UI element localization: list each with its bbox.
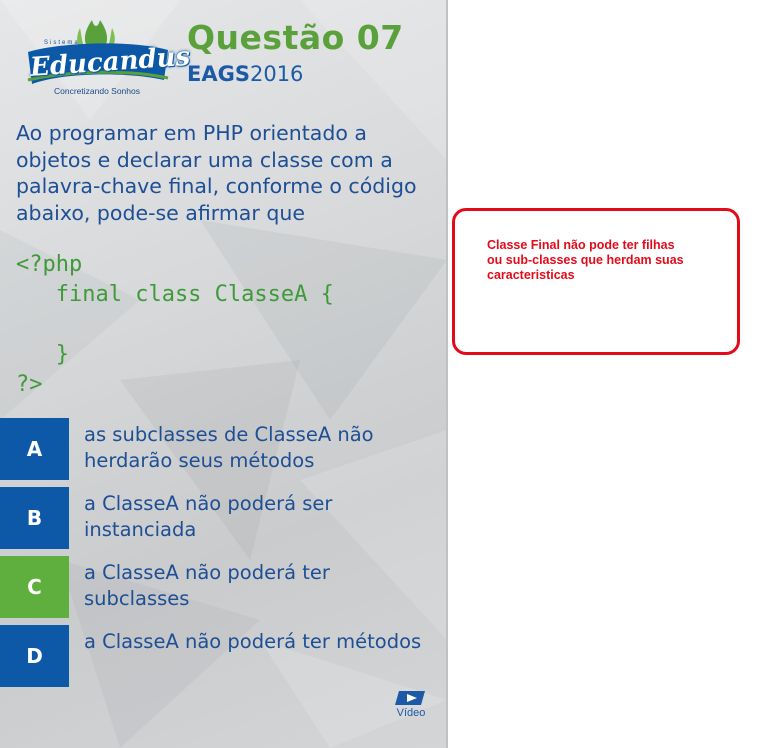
- exam-label: EAGS2016: [187, 62, 303, 86]
- annotation-text: Classe Final não pode ter filhas ou sub-…: [487, 238, 684, 282]
- option-text: a ClasseA não poderá ter subclasses: [84, 561, 330, 610]
- code-line: ?>: [16, 372, 43, 397]
- code-block: <?php final class ClasseA { } ?>: [16, 250, 334, 400]
- question-text: Ao programar em PHP orientado a objetos …: [16, 121, 417, 225]
- question-slide: Sistema Educandus Concretizando Sonhos Q…: [0, 0, 447, 748]
- video-button[interactable]: Vídeo: [393, 689, 429, 723]
- code-line: }: [16, 342, 69, 367]
- exam-year: 2016: [249, 62, 304, 86]
- option-letter: C: [0, 556, 69, 618]
- exam-name: EAGS: [187, 62, 250, 86]
- logo-small-text: Sistema: [44, 40, 80, 46]
- option-a[interactable]: A as subclasses de ClasseA não herdarão …: [0, 418, 447, 480]
- option-letter: A: [0, 418, 69, 480]
- option-b[interactable]: B a ClasseA não poderá ser instanciada: [0, 487, 447, 549]
- code-line: final class ClasseA {: [16, 282, 334, 307]
- option-letter: D: [0, 625, 69, 687]
- code-line: <?php: [16, 252, 83, 277]
- annotation-box: Classe Final não pode ter filhas ou sub-…: [452, 208, 740, 355]
- play-icon: [395, 691, 425, 705]
- question-title: Questão 07: [187, 18, 404, 57]
- option-text: a ClasseA não poderá ser instanciada: [84, 492, 333, 541]
- option-text: a ClasseA não poderá ter métodos: [84, 630, 422, 653]
- option-c[interactable]: C a ClasseA não poderá ter subclasses: [0, 556, 447, 618]
- slide-edge-divider: [446, 0, 448, 748]
- logo-tagline: Concretizando Sonhos: [53, 86, 140, 96]
- video-label: Vídeo: [396, 707, 426, 719]
- educandus-logo: Sistema Educandus Concretizando Sonhos: [22, 14, 191, 100]
- option-d[interactable]: D a ClasseA não poderá ter métodos: [0, 625, 447, 687]
- option-letter: B: [0, 487, 69, 549]
- option-text: as subclasses de ClasseA não herdarão se…: [84, 423, 374, 472]
